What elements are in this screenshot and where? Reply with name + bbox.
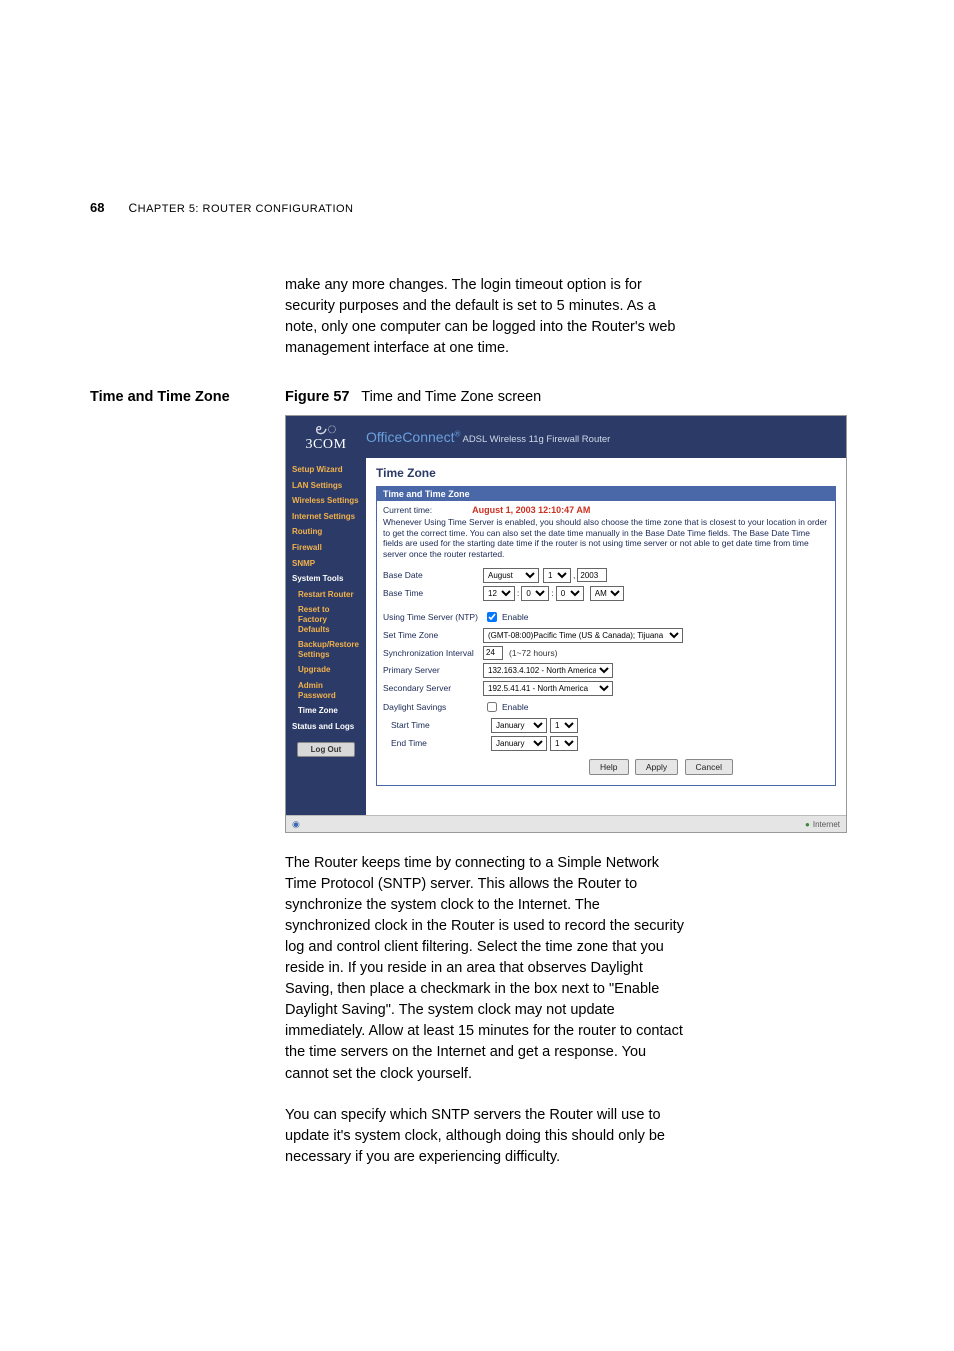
base-time-label: Base Time — [383, 588, 483, 598]
current-time-value: August 1, 2003 12:10:47 AM — [472, 505, 590, 515]
intro-paragraph: make any more changes. The login timeout… — [285, 275, 684, 359]
start-month-select[interactable]: January — [491, 718, 547, 733]
sidebar-item-backup-restore[interactable]: Backup/Restore Settings — [286, 637, 366, 662]
section-heading: Time and Time Zone — [90, 389, 285, 405]
sidebar-item-factory-reset[interactable]: Reset to Factory Defaults — [286, 602, 366, 637]
primary-label: Primary Server — [383, 665, 483, 675]
sidebar-item-time-zone[interactable]: Time Zone — [286, 703, 366, 719]
product-subtitle: ADSL Wireless 11g Firewall Router — [460, 434, 610, 445]
panel-description: Whenever Using Time Server is enabled, y… — [383, 517, 829, 560]
sidebar-item-firewall[interactable]: Firewall — [286, 540, 366, 556]
timezone-select[interactable]: (GMT-08:00)Pacific Time (US & Canada); T… — [483, 628, 683, 643]
sidebar-item-snmp[interactable]: SNMP — [286, 556, 366, 572]
logo-icon: ౿◌ — [286, 422, 366, 438]
body-paragraph-2: You can specify which SNTP servers the R… — [285, 1105, 684, 1168]
base-year-input[interactable] — [577, 568, 607, 582]
sync-label: Synchronization Interval — [383, 648, 483, 658]
body-paragraph-1: The Router keeps time by connecting to a… — [285, 853, 684, 1084]
chapter-label: CHAPTER 5: ROUTER CONFIGURATION — [128, 201, 353, 215]
router-admin-screenshot: ౿◌ 3COM OfficeConnect® ADSL Wireless 11g… — [285, 415, 847, 833]
apply-button[interactable]: Apply — [635, 759, 678, 775]
figure-caption: Figure 57 Time and Time Zone screen — [285, 389, 541, 405]
base-date-label: Base Date — [383, 570, 483, 580]
sidebar-item-wireless[interactable]: Wireless Settings — [286, 493, 366, 509]
daylight-enable-checkbox[interactable] — [487, 702, 497, 712]
logout-button[interactable]: Log Out — [297, 742, 355, 757]
end-month-select[interactable]: January — [491, 736, 547, 751]
page-header: 68 CHAPTER 5: ROUTER CONFIGURATION — [90, 200, 684, 215]
sync-interval-input[interactable] — [483, 646, 503, 660]
content-area: Time Zone Time and Time Zone Current tim… — [366, 458, 846, 815]
sidebar: Setup Wizard LAN Settings Wireless Setti… — [286, 458, 366, 815]
base-sec-select[interactable]: 0 — [556, 586, 584, 601]
start-time-label: Start Time — [383, 720, 491, 730]
brand-logo: ౿◌ 3COM — [286, 422, 366, 452]
daylight-enable-text: Enable — [502, 702, 528, 712]
base-month-select[interactable]: August — [483, 568, 539, 583]
product-name: OfficeConnect® — [366, 429, 460, 445]
set-tz-label: Set Time Zone — [383, 630, 483, 640]
figure-label: Figure 57 — [285, 389, 349, 405]
sidebar-item-admin-password[interactable]: Admin Password — [286, 678, 366, 703]
figure-title: Time and Time Zone screen — [361, 389, 541, 405]
help-button[interactable]: Help — [589, 759, 628, 775]
start-day-select[interactable]: 1 — [550, 718, 578, 733]
browser-status-bar: ◉ ●Internet — [286, 815, 846, 832]
daylight-label: Daylight Savings — [383, 702, 483, 712]
status-zone: ●Internet — [805, 820, 840, 829]
top-bar: ౿◌ 3COM OfficeConnect® ADSL Wireless 11g… — [286, 416, 846, 458]
ntp-enable-checkbox[interactable] — [487, 612, 497, 622]
panel-title: Time Zone — [376, 466, 836, 480]
base-min-select[interactable]: 0 — [521, 586, 549, 601]
sidebar-item-setup-wizard[interactable]: Setup Wizard — [286, 462, 366, 478]
ntp-label: Using Time Server (NTP) — [383, 612, 483, 622]
globe-icon: ● — [805, 820, 810, 829]
sidebar-item-upgrade[interactable]: Upgrade — [286, 662, 366, 678]
secondary-label: Secondary Server — [383, 683, 483, 693]
page-number: 68 — [90, 200, 104, 215]
end-time-label: End Time — [383, 738, 491, 748]
ntp-enable-text: Enable — [502, 612, 528, 622]
sidebar-item-restart[interactable]: Restart Router — [286, 587, 366, 603]
base-day-select[interactable]: 1 — [543, 568, 571, 583]
sidebar-item-system-tools[interactable]: System Tools — [286, 571, 366, 587]
sidebar-item-internet[interactable]: Internet Settings — [286, 509, 366, 525]
cancel-button[interactable]: Cancel — [685, 759, 733, 775]
sync-unit: (1~72 hours) — [509, 648, 557, 658]
sidebar-item-lan-settings[interactable]: LAN Settings — [286, 478, 366, 494]
end-day-select[interactable]: 1 — [550, 736, 578, 751]
base-hour-select[interactable]: 12 — [483, 586, 515, 601]
panel-head: Time and Time Zone — [377, 487, 835, 501]
base-ampm-select[interactable]: AM — [590, 586, 624, 601]
secondary-server-select[interactable]: 192.5.41.41 - North America — [483, 681, 613, 696]
time-zone-panel: Time and Time Zone Current time: August … — [376, 486, 836, 786]
current-time-label: Current time: — [383, 505, 432, 515]
sidebar-item-status-logs[interactable]: Status and Logs — [286, 719, 366, 735]
sidebar-item-routing[interactable]: Routing — [286, 524, 366, 540]
done-icon: ◉ — [292, 819, 300, 830]
primary-server-select[interactable]: 132.163.4.102 - North America — [483, 663, 613, 678]
